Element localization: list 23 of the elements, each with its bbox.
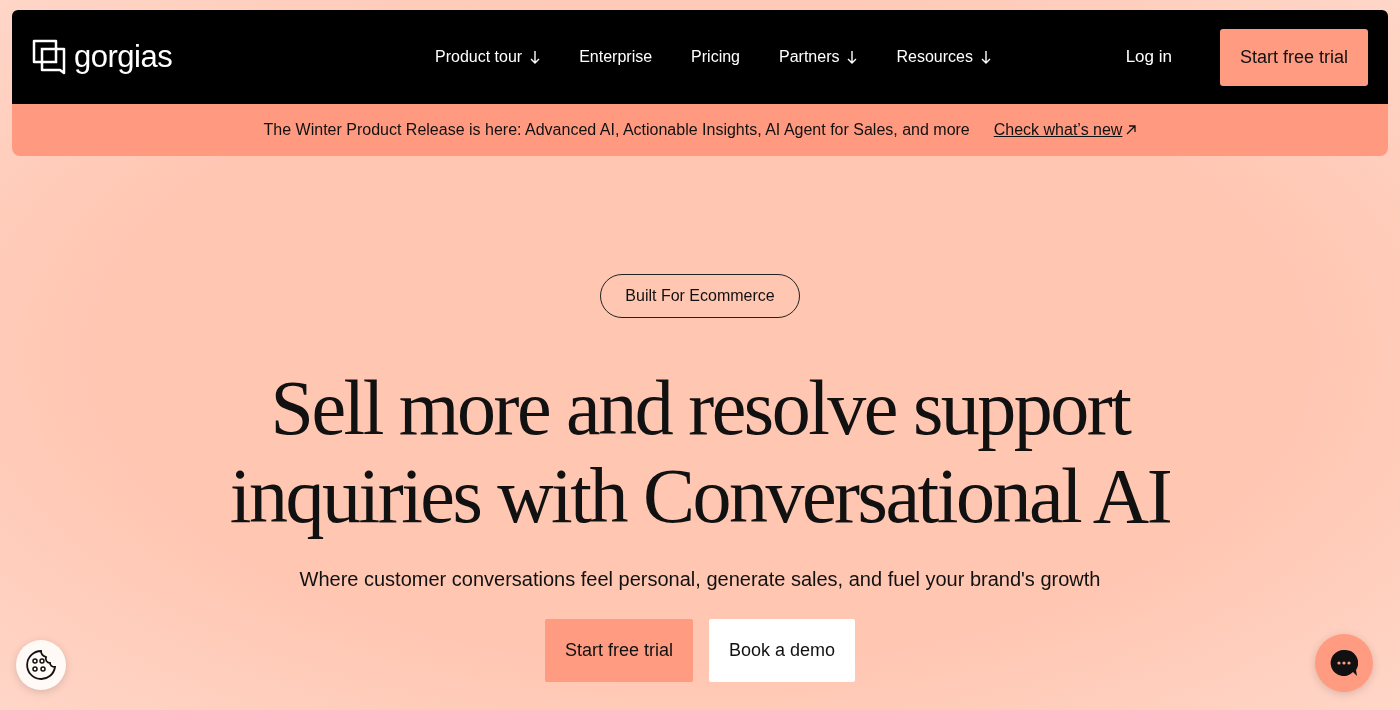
- nav-link[interactable]: Product tour: [435, 45, 523, 69]
- down-arrow-icon[interactable]: [980, 50, 991, 64]
- start-trial-button[interactable]: Start free trial: [544, 619, 693, 682]
- nav-link[interactable]: Pricing: [691, 45, 740, 69]
- hero-subtitle: Where customer conversations feel personal, generate sales, and fuel your brand's growth: [299, 567, 1101, 592]
- cookie-icon: [24, 648, 58, 682]
- book-demo-button[interactable]: Book a demo: [709, 619, 856, 682]
- login-link[interactable]: Log in: [1125, 44, 1172, 70]
- announcement-text: The Winter Product Release is here: Advanced AI, Actionable Insights, AI Agent for Sales, and more: [263, 120, 970, 140]
- down-arrow-icon[interactable]: [847, 50, 858, 64]
- external-arrow-icon: [1126, 125, 1137, 135]
- cookie-settings-button[interactable]: [16, 640, 66, 690]
- chat-button[interactable]: [1315, 634, 1373, 692]
- announcement-link[interactable]: Check what’s new: [993, 118, 1123, 142]
- nav-link[interactable]: Enterprise: [579, 45, 653, 69]
- nav-link[interactable]: Resources: [896, 45, 973, 69]
- down-arrow-icon[interactable]: [530, 50, 541, 64]
- hero-title: Sell more and resolve support inquiries with Conversational AI: [228, 364, 1172, 540]
- logo-icon: [32, 39, 66, 75]
- start-trial-button[interactable]: Start free trial: [1219, 28, 1368, 86]
- chat-icon: [1330, 649, 1358, 677]
- nav-link[interactable]: Partners: [779, 45, 840, 69]
- logo-text[interactable]: gorgias: [74, 33, 173, 81]
